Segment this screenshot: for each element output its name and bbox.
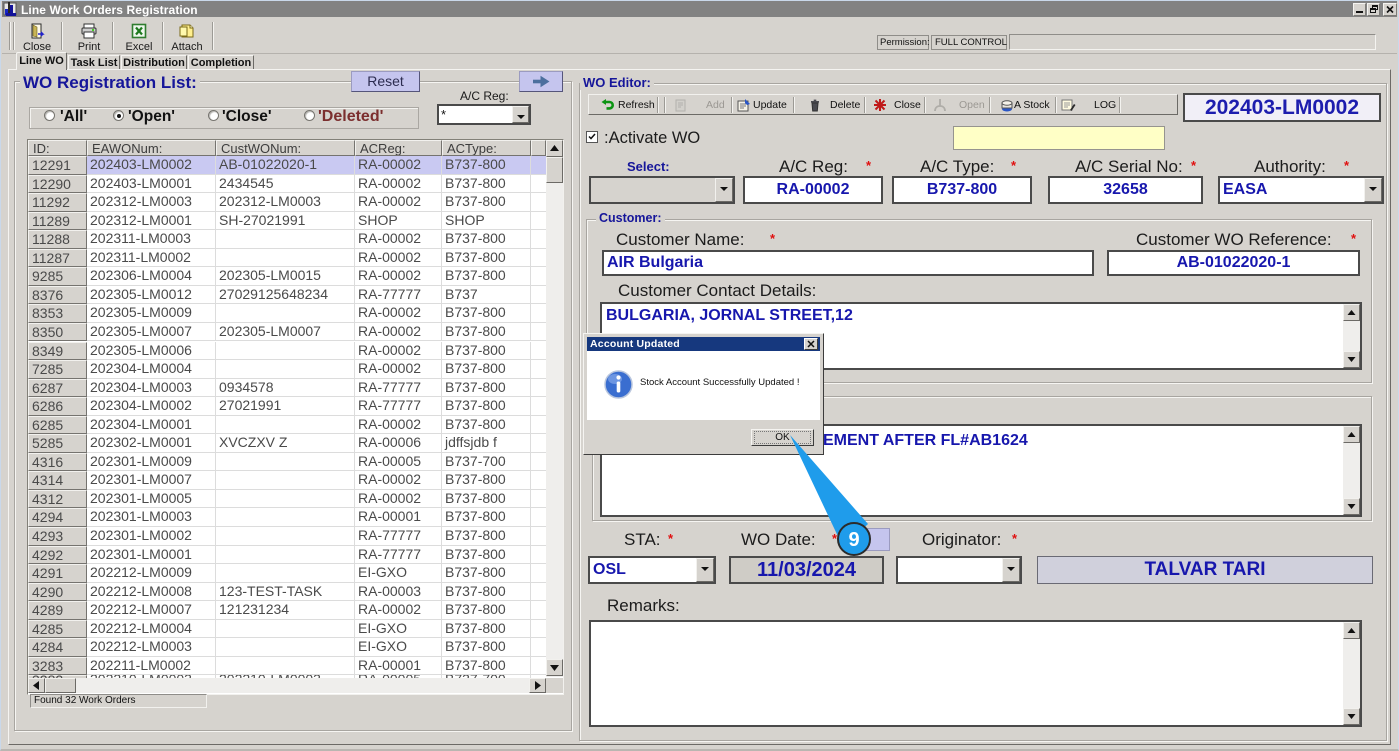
svg-text:9: 9 [848,529,859,551]
